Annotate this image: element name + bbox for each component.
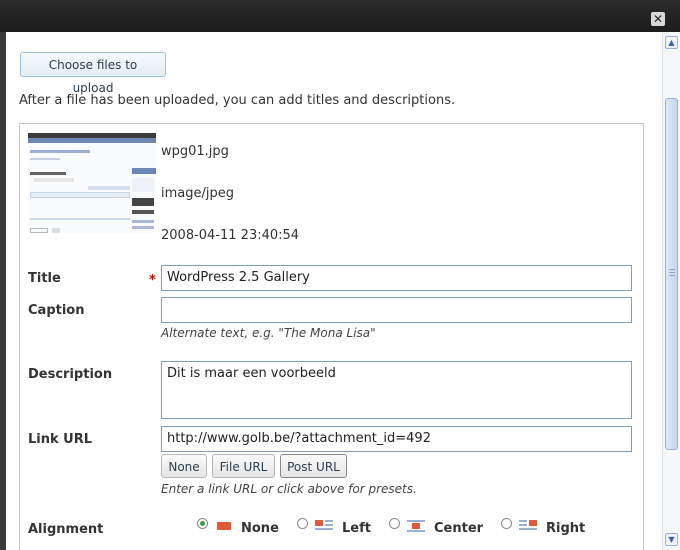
align-center-icon: [407, 520, 425, 532]
align-center-radio[interactable]: [389, 518, 400, 529]
scroll-down-icon[interactable]: ▼: [665, 533, 678, 546]
link-url-label: Link URL: [28, 432, 93, 447]
caption-label: Caption: [28, 303, 85, 318]
required-marker: *: [149, 273, 156, 288]
caption-help-text: Alternate text, e.g. "The Mona Lisa": [161, 326, 376, 340]
title-input[interactable]: WordPress 2.5 Gallery: [161, 265, 632, 291]
scroll-thumb[interactable]: [665, 98, 678, 450]
alignment-label: Alignment: [28, 522, 104, 537]
vertical-scrollbar[interactable]: ▲ ▼: [662, 32, 680, 550]
align-none-radio[interactable]: [197, 518, 208, 529]
title-label: Title: [28, 271, 61, 286]
align-none-icon: [215, 520, 233, 532]
image-thumbnail[interactable]: [28, 133, 156, 233]
file-name: wpg01.jpg: [161, 144, 229, 159]
upload-frame: Choose files to upload After a file has …: [6, 32, 680, 550]
link-post-url-button[interactable]: Post URL: [280, 454, 347, 478]
link-help-text: Enter a link URL or click above for pres…: [161, 482, 417, 496]
align-left-label: Left: [342, 521, 371, 536]
align-right-label: Right: [546, 521, 586, 536]
close-icon[interactable]: ✕: [651, 12, 665, 26]
align-right-radio[interactable]: [501, 518, 512, 529]
align-left-icon: [315, 520, 333, 532]
description-textarea[interactable]: Dit is maar een voorbeeld: [161, 361, 632, 419]
file-mime-type: image/jpeg: [161, 186, 234, 201]
upload-intro-text: After a file has been uploaded, you can …: [19, 93, 456, 108]
media-item-panel: wpg01.jpg image/jpeg 2008-04-11 23:40:54…: [19, 123, 644, 550]
align-none-label: None: [241, 521, 279, 536]
choose-files-button[interactable]: Choose files to upload: [20, 52, 166, 95]
scroll-grip-icon: [669, 269, 675, 277]
link-file-url-button[interactable]: File URL: [212, 454, 275, 478]
align-left-radio[interactable]: [297, 518, 308, 529]
scroll-up-icon[interactable]: ▲: [665, 36, 678, 49]
align-center-label: Center: [434, 521, 484, 536]
modal-titlebar: ✕: [0, 0, 680, 32]
description-label: Description: [28, 367, 113, 382]
align-right-icon: [519, 520, 537, 532]
link-url-input[interactable]: http://www.golb.be/?attachment_id=492: [161, 426, 632, 452]
file-upload-date: 2008-04-11 23:40:54: [161, 228, 300, 243]
link-none-button[interactable]: None: [161, 454, 207, 478]
caption-input[interactable]: [161, 297, 632, 323]
